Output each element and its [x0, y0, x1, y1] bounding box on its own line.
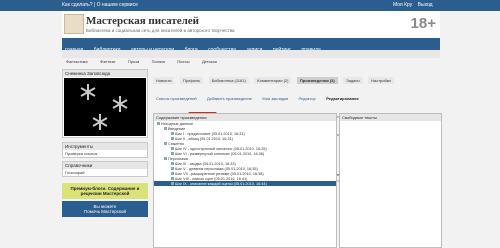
- tree-node-label: Шаг I - предисловие (05.01.2010, 16:31): [175, 131, 245, 136]
- folder-icon: [164, 142, 167, 145]
- main-content: Новости Профиль Библиотека (1161) Коммен…: [153, 69, 442, 248]
- tab-news[interactable]: Новости: [153, 77, 175, 84]
- document-icon: [171, 167, 174, 170]
- site-title[interactable]: Мастерская писателей: [86, 15, 199, 27]
- tree-node[interactable]: Шаг IX - описание каждой сцены (05.01.20…: [154, 181, 336, 186]
- tree-node-label: Шаг VIII - список сцен (05.01.2010, 16:4…: [175, 176, 248, 181]
- document-icon: [171, 182, 174, 185]
- document-icon: [171, 152, 174, 155]
- tool-link[interactable]: Проверка ссылок: [63, 150, 147, 157]
- tree-node-label: Шаг II - абзац (05.01.2010, 16:31): [175, 136, 233, 141]
- profile-panel: Снежинка Заповсюда: [62, 69, 148, 138]
- tree-node-label: Шаг IV - однострочный синопсис (05.01.20…: [175, 146, 267, 151]
- subtab-editor[interactable]: Редактор: [296, 95, 319, 102]
- tree-title: Содержание произведения: [154, 114, 336, 121]
- tree-node-label: Исходные данные: [161, 121, 194, 126]
- tree-node-label: Шаг V - дневник персонажа (05.01.2010, 1…: [175, 166, 258, 171]
- subtab-editing[interactable]: Редактирование: [323, 95, 362, 102]
- document-icon: [171, 177, 174, 180]
- snowflake-icon: [80, 84, 96, 100]
- site-subtitle: Библиотека и социальная сеть для писател…: [86, 28, 235, 33]
- genre-item[interactable]: Детская: [198, 58, 221, 64]
- user-links: Моя Кру Выход: [393, 2, 437, 8]
- catalog-link[interactable]: Глоссарий: [63, 169, 147, 176]
- profile-name[interactable]: Снежинка Заповсюда: [63, 70, 147, 77]
- main-nav: главная библиотека авторы и читатели бло…: [62, 38, 440, 53]
- folder-icon: [157, 122, 160, 125]
- subtab-list[interactable]: Список произведений: [153, 95, 200, 102]
- profile-image: [64, 78, 146, 136]
- premium-ad[interactable]: Премиум-блоги. Содержание и рецензии Мас…: [62, 183, 148, 199]
- tree-node-label: Шаг III - сводка (05.01.2010, 16:33): [175, 161, 236, 166]
- age-badge: 18+: [410, 15, 436, 32]
- genre-item[interactable]: Поэзия: [148, 58, 169, 64]
- document-icon: [171, 162, 174, 165]
- folder-icon: [164, 127, 167, 130]
- tree-node-label: Шаг IX - описание каждой сцены (05.01.20…: [175, 181, 267, 186]
- contents-tree: Содержание произведения Исходные данные В…: [153, 113, 337, 248]
- donate-ad[interactable]: Вы можете Помочь Мастерской: [62, 201, 148, 217]
- document-icon: [171, 137, 174, 140]
- tree-node-label: Персонажи: [168, 156, 188, 161]
- tab-comments[interactable]: Комментарии (2): [254, 77, 292, 84]
- subtab-bookmarks[interactable]: Мои закладки: [259, 95, 291, 102]
- tools-title: Инструменты: [63, 143, 147, 150]
- subtab-add[interactable]: Добавить произведение: [204, 95, 255, 102]
- top-bar: Как сделать? | О нашем сервисе Моя Кру В…: [0, 0, 500, 11]
- tree-node-label: Введение: [168, 126, 186, 131]
- tab-library[interactable]: Библиотека (1161): [208, 77, 249, 84]
- tab-tasks[interactable]: Задачи: [343, 77, 363, 84]
- user-name-link[interactable]: Моя Кру: [393, 2, 412, 8]
- donate-ad-line2: Помочь Мастерской: [83, 209, 127, 214]
- snowflake-icon: [92, 114, 108, 130]
- snowflake-icon: [112, 96, 128, 112]
- genre-item[interactable]: Пьесы: [173, 58, 193, 64]
- tree-node-label: Сюжетно: [168, 141, 185, 146]
- tree-node-label: Шаг VI - развернутый синопсис (05.01.201…: [175, 151, 265, 156]
- tools-panel: Инструменты Проверка ссылок: [62, 142, 148, 158]
- top-links[interactable]: Как сделать? | О нашем сервисе: [62, 2, 138, 8]
- document-icon: [171, 132, 174, 135]
- profile-tabs: Новости Профиль Библиотека (1161) Коммен…: [153, 69, 440, 87]
- genre-nav: Фантастика Фэнтези Проза Поэзия Пьесы Де…: [62, 50, 440, 64]
- genre-item[interactable]: Проза: [124, 58, 143, 64]
- tree-node-label: Шаг VII - расширенное резюме (05.01.2010…: [175, 171, 264, 176]
- folder-icon: [164, 157, 167, 160]
- document-icon: [171, 147, 174, 150]
- site-header: Мастерская писателей Библиотека и социал…: [62, 11, 440, 38]
- works-subtabs: Список произведений Добавить произведени…: [153, 87, 440, 105]
- document-icon: [171, 172, 174, 175]
- tree-nodes: Исходные данные Введение Шаг I - предислов…: [154, 121, 336, 186]
- tab-works[interactable]: Произведения (3): [296, 77, 338, 84]
- free-title: Свободные тексты: [340, 114, 441, 121]
- genre-item[interactable]: Фэнтези: [96, 58, 119, 64]
- catalog-panel: Справочники Глоссарий: [62, 161, 148, 177]
- genre-item[interactable]: Фантастика: [62, 58, 92, 64]
- logout-link[interactable]: Выход: [418, 2, 433, 8]
- tab-profile[interactable]: Профиль: [179, 77, 204, 84]
- logo-icon[interactable]: [64, 14, 84, 34]
- sidebar: Снежинка Заповсюда Инструменты Проверка …: [62, 69, 148, 246]
- free-texts-panel: Свободные тексты: [339, 113, 442, 248]
- tab-settings[interactable]: Настройки: [368, 77, 394, 84]
- catalog-title: Справочники: [63, 162, 147, 169]
